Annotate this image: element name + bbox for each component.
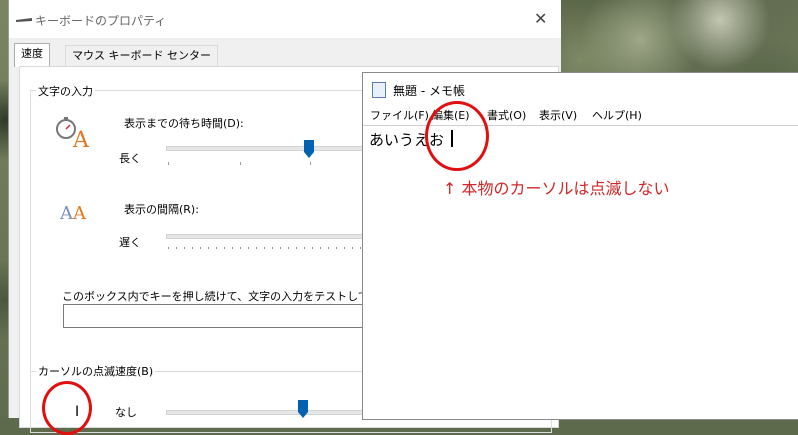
slider-tick bbox=[168, 162, 169, 165]
menu-view[interactable]: 表示(V) bbox=[539, 107, 577, 123]
tab-mouse-keyboard-center[interactable]: マウス キーボード センター bbox=[65, 45, 218, 66]
slider-tick bbox=[240, 162, 241, 165]
menu-file[interactable]: ファイル(F) bbox=[370, 107, 429, 123]
repeat-rate-slider-track[interactable] bbox=[166, 234, 368, 239]
slider-tick bbox=[310, 162, 311, 165]
notepad-icon bbox=[372, 82, 386, 98]
notepad-titlebar[interactable]: 無題 - メモ帳 bbox=[363, 73, 798, 105]
svg-text:A: A bbox=[72, 203, 87, 224]
repeat-delay-slow-label: 長く bbox=[119, 152, 141, 165]
repeat-delay-slider-thumb[interactable] bbox=[304, 140, 314, 158]
repeat-delay-slider-track[interactable] bbox=[166, 146, 368, 151]
cursor-blink-slider-thumb[interactable] bbox=[298, 400, 308, 418]
repeat-rate-slow-label: 遅く bbox=[119, 236, 141, 249]
cursor-blink-slider-track[interactable] bbox=[166, 410, 368, 415]
repeat-rate-label: 表示の間隔(R): bbox=[124, 203, 199, 216]
svg-text:A: A bbox=[72, 128, 90, 151]
keyboard-icon bbox=[16, 18, 32, 22]
repeat-test-input[interactable] bbox=[63, 304, 375, 328]
svg-text:A: A bbox=[60, 203, 74, 224]
notepad-text-area[interactable]: あいうえお bbox=[363, 125, 798, 420]
menu-help[interactable]: ヘルプ(H) bbox=[592, 107, 642, 123]
repeat-rate-ticks bbox=[168, 247, 366, 249]
dialog-titlebar[interactable]: キーボードのプロパティ ✕ bbox=[9, 0, 561, 38]
close-icon[interactable]: ✕ bbox=[534, 9, 547, 28]
character-repeat-group-label: 文字の入力 bbox=[36, 83, 95, 99]
repeat-rate-icon: A A bbox=[60, 203, 87, 224]
menu-format[interactable]: 書式(O) bbox=[487, 107, 526, 123]
repeat-delay-label: 表示までの待ち時間(D): bbox=[124, 117, 244, 130]
notepad-window: 無題 - メモ帳 ファイル(F) 編集(E) 書式(O) 表示(V) ヘルプ(H… bbox=[362, 72, 798, 420]
repeat-delay-icon: A bbox=[56, 117, 90, 151]
annotation-circle-caret bbox=[425, 101, 489, 171]
annotation-text: ↑ 本物のカーソルは点滅しない bbox=[443, 179, 670, 198]
cursor-blink-group-label: カーソルの点滅速度(B) bbox=[36, 363, 156, 379]
annotation-circle-cursor-preview bbox=[42, 381, 92, 435]
notepad-title: 無題 - メモ帳 bbox=[393, 84, 465, 98]
tab-speed[interactable]: 速度 bbox=[14, 43, 50, 67]
dialog-title: キーボードのプロパティ bbox=[35, 14, 167, 28]
